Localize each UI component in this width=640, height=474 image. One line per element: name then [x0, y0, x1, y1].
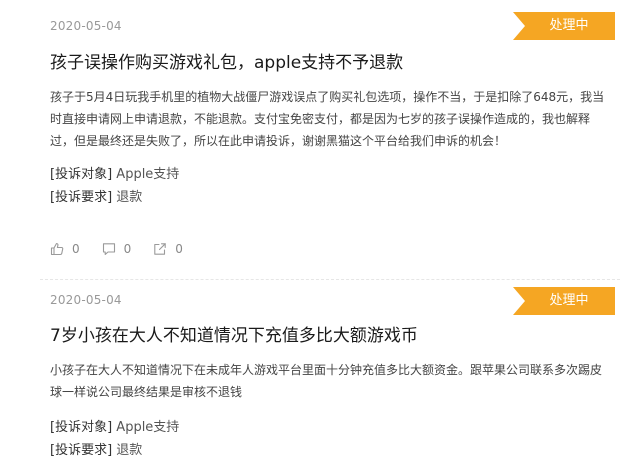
- complaint-target: [投诉对象] Apple支持: [50, 163, 179, 182]
- complaint-demand: [投诉要求] 退款: [50, 186, 142, 205]
- share-count: 0: [175, 242, 183, 256]
- complaint-actions: 0 0 0: [50, 240, 205, 258]
- complaint-card: 2020-05-04 处理中 孩子误操作购买游戏礼包，apple支持不予退款 孩…: [0, 0, 640, 270]
- complaint-demand-value: 退款: [116, 190, 143, 205]
- complaint-target-value: Apple支持: [116, 167, 180, 182]
- complaint-demand-label: [投诉要求]: [50, 190, 113, 205]
- complaint-title[interactable]: 孩子误操作购买游戏礼包，apple支持不予退款: [50, 48, 610, 73]
- comment-count: 0: [123, 242, 132, 256]
- status-badge: 处理中: [513, 287, 615, 315]
- complaint-description: 孩子于5月4日玩我手机里的植物大战僵尸游戏误点了购买礼包选项，操作不当，于是扣除…: [50, 90, 605, 148]
- comment-icon: [102, 243, 115, 255]
- share-button[interactable]: 0: [153, 242, 183, 256]
- status-badge: 处理中: [513, 12, 615, 40]
- share-icon: [154, 243, 167, 255]
- complaint-description: 小孩子在大人不知道情况下在未成年人游戏平台里面十分钟充值多比大额资金。跟苹果公司…: [50, 363, 603, 399]
- complaint-demand-value: 退款: [116, 443, 143, 458]
- comment-button[interactable]: 0: [102, 242, 132, 256]
- complaint-title[interactable]: 7岁小孩在大人不知道情况下充值多比大额游戏币: [50, 321, 610, 346]
- complaint-date: 2020-05-04: [50, 293, 122, 307]
- complaint-date: 2020-05-04: [50, 19, 122, 33]
- complaint-demand-label: [投诉要求]: [50, 443, 113, 458]
- like-count: 0: [72, 242, 80, 256]
- complaint-target-label: [投诉对象]: [50, 420, 113, 435]
- complaint-target: [投诉对象] Apple支持: [50, 416, 179, 435]
- complaint-card: 2020-05-04 处理中 7岁小孩在大人不知道情况下充值多比大额游戏币 小孩…: [0, 280, 640, 474]
- complaint-target-value: Apple支持: [116, 420, 180, 435]
- thumbs-up-icon: [50, 242, 64, 256]
- complaint-demand: [投诉要求] 退款: [50, 439, 142, 458]
- complaint-target-label: [投诉对象]: [50, 167, 113, 182]
- like-button[interactable]: 0: [50, 242, 80, 256]
